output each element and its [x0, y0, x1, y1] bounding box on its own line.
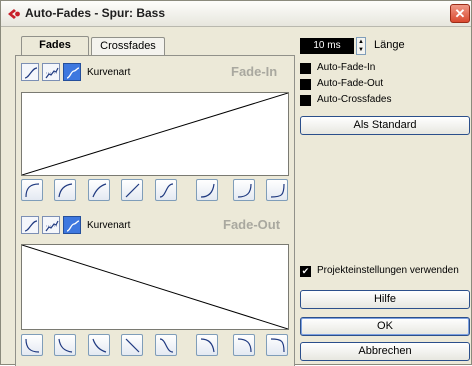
auto-crossfades-label: Auto-Crossfades [317, 94, 392, 105]
preset-curve-icon [200, 338, 215, 353]
fade-in-preset-7[interactable] [233, 179, 255, 201]
fade-out-preset-2[interactable] [54, 334, 76, 356]
fade-out-section-label: Fade-Out [223, 217, 281, 232]
fade-out-curve-label: Kurvenart [87, 220, 131, 231]
curve-linear-icon [66, 67, 80, 79]
fade-in-curve-spline-button[interactable] [21, 63, 39, 81]
fade-in-preset-5[interactable] [155, 179, 177, 201]
fade-out-preset-8[interactable] [266, 334, 288, 356]
fade-in-preset-4[interactable] [121, 179, 143, 201]
preset-curve-icon [237, 183, 252, 198]
auto-fade-in-label: Auto-Fade-In [317, 62, 376, 73]
preset-linear-icon [125, 183, 140, 198]
fade-out-preset-4[interactable] [121, 334, 143, 356]
spinner-down-icon[interactable]: ▼ [357, 46, 365, 54]
preset-curve-icon [200, 183, 215, 198]
cubase-logo-icon [8, 9, 20, 19]
curve-damped-icon [45, 67, 59, 79]
fade-in-graph[interactable] [21, 92, 289, 176]
preset-curve-icon [25, 183, 40, 198]
auto-fades-dialog: Auto-Fades - Spur: Bass ✕ Fades Crossfad… [0, 0, 472, 366]
fade-out-preset-1[interactable] [21, 334, 43, 356]
ok-button[interactable]: OK [300, 317, 470, 336]
fade-in-preset-6[interactable] [196, 179, 218, 201]
preset-curve-icon [237, 338, 252, 353]
project-settings-checkbox[interactable]: ✔ [300, 266, 311, 277]
auto-fade-in-checkbox[interactable] [300, 63, 311, 74]
window-title: Auto-Fades - Spur: Bass [25, 6, 166, 20]
preset-linear-icon [125, 338, 140, 353]
fade-in-curve-label: Kurvenart [87, 67, 131, 78]
as-default-button[interactable]: Als Standard [300, 116, 470, 135]
close-icon: ✕ [454, 6, 466, 21]
fade-in-curve-damped-button[interactable] [42, 63, 60, 81]
curve-spline-icon [24, 220, 38, 232]
preset-scurve-icon [159, 338, 174, 353]
preset-curve-icon [270, 183, 285, 198]
preset-scurve-icon [159, 183, 174, 198]
help-button[interactable]: Hilfe [300, 290, 470, 309]
preset-curve-icon [92, 183, 107, 198]
curve-linear-icon [66, 220, 80, 232]
fade-in-preset-2[interactable] [54, 179, 76, 201]
length-label: Länge [374, 39, 405, 51]
preset-curve-icon [270, 338, 285, 353]
fade-in-preset-8[interactable] [266, 179, 288, 201]
project-settings-label: Projekteinstellungen verwenden [317, 265, 459, 276]
preset-curve-icon [58, 338, 73, 353]
fade-out-curve-linear-button[interactable] [63, 216, 81, 234]
fade-in-section-label: Fade-In [231, 64, 278, 79]
fade-in-curve [21, 92, 289, 176]
spinner-up-icon[interactable]: ▲ [357, 38, 365, 46]
preset-curve-icon [25, 338, 40, 353]
preset-curve-icon [92, 338, 107, 353]
cancel-button[interactable]: Abbrechen [300, 342, 470, 361]
curve-damped-icon [45, 220, 59, 232]
tab-crossfades[interactable]: Crossfades [91, 37, 165, 56]
length-input[interactable]: 10 ms [300, 38, 354, 54]
title-bar[interactable]: Auto-Fades - Spur: Bass ✕ [1, 1, 471, 27]
auto-fade-out-checkbox[interactable] [300, 79, 311, 90]
fade-out-preset-6[interactable] [196, 334, 218, 356]
fade-in-curve-linear-button[interactable] [63, 63, 81, 81]
fade-in-preset-1[interactable] [21, 179, 43, 201]
fade-out-curve [21, 244, 289, 330]
close-button[interactable]: ✕ [450, 4, 470, 23]
checkmark-icon: ✔ [301, 266, 310, 276]
fade-in-preset-3[interactable] [88, 179, 110, 201]
curve-spline-icon [24, 67, 38, 79]
tab-fades[interactable]: Fades [21, 36, 89, 56]
fade-out-preset-7[interactable] [233, 334, 255, 356]
auto-fade-out-label: Auto-Fade-Out [317, 78, 384, 89]
preset-curve-icon [58, 183, 73, 198]
fade-out-preset-5[interactable] [155, 334, 177, 356]
fade-out-graph[interactable] [21, 244, 289, 330]
fade-out-curve-spline-button[interactable] [21, 216, 39, 234]
fade-out-preset-3[interactable] [88, 334, 110, 356]
fade-out-curve-damped-button[interactable] [42, 216, 60, 234]
auto-crossfades-checkbox[interactable] [300, 95, 311, 106]
length-spinner[interactable]: ▲ ▼ [356, 37, 366, 55]
